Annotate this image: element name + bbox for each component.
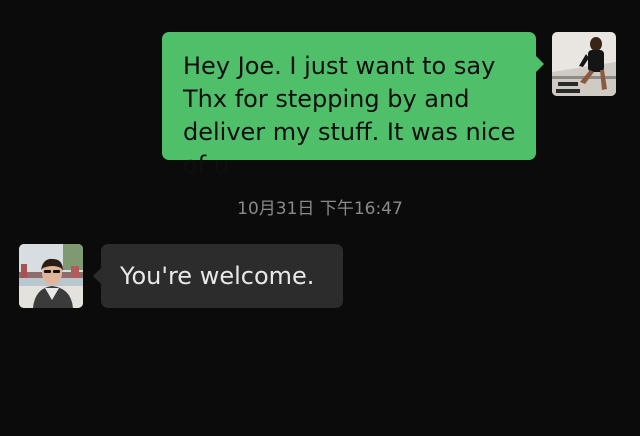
outgoing-message-text: Hey Joe. I just want to say Thx for step… bbox=[183, 52, 516, 179]
incoming-message: You're welcome. bbox=[19, 244, 343, 308]
user-avatar[interactable] bbox=[552, 32, 616, 96]
incoming-message-bubble[interactable]: You're welcome. bbox=[93, 244, 343, 308]
outgoing-message: Hey Joe. I just want to say Thx for step… bbox=[162, 32, 616, 179]
cropped-header-text: ─ ── ─ ─── bbox=[200, 0, 440, 2]
incoming-message-text: You're welcome. bbox=[120, 262, 315, 290]
contact-avatar[interactable] bbox=[19, 244, 83, 308]
contact-avatar-icon bbox=[19, 244, 83, 308]
outgoing-message-bubble[interactable]: Hey Joe. I just want to say Thx for step… bbox=[162, 32, 544, 179]
chat-view: ─ ── ─ ─── Hey Joe. I just want to say T… bbox=[0, 0, 640, 436]
user-avatar-icon bbox=[552, 32, 616, 96]
message-timestamp: 10月31日 下午16:47 bbox=[237, 199, 403, 219]
